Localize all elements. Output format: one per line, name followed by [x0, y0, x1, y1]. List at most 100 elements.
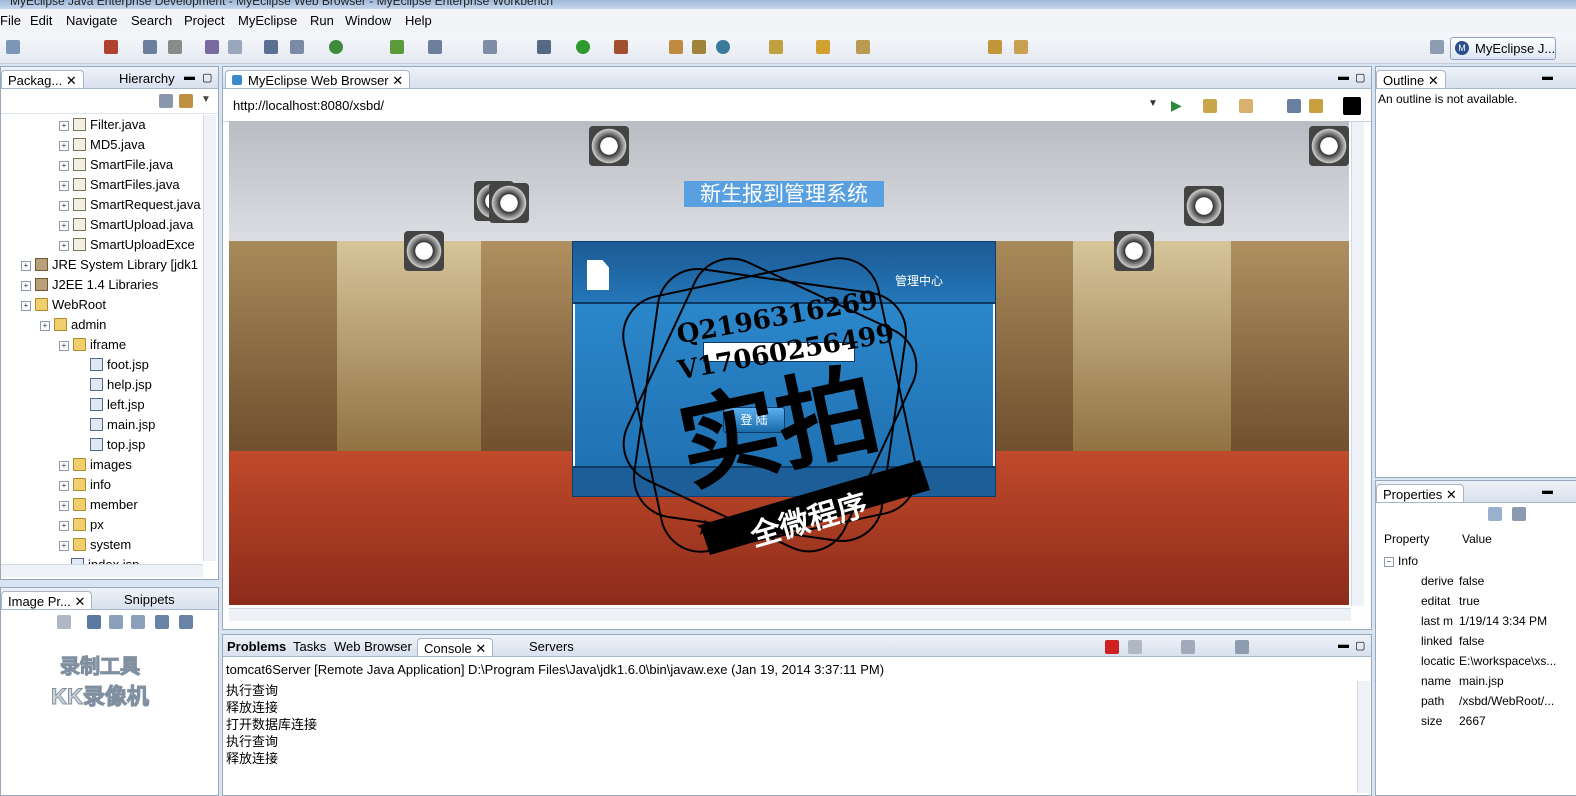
- tree-expander-icon[interactable]: +: [59, 241, 69, 251]
- browser-horizontal-scrollbar[interactable]: [229, 608, 1351, 621]
- close-icon[interactable]: ✕: [475, 641, 486, 656]
- close-icon[interactable]: ✕: [392, 73, 403, 88]
- grid-icon[interactable]: [692, 40, 706, 54]
- browser-vertical-scrollbar[interactable]: [1351, 122, 1364, 606]
- fit-icon[interactable]: [57, 615, 71, 629]
- tree-expander-icon[interactable]: +: [59, 501, 69, 511]
- build-icon[interactable]: [143, 40, 157, 54]
- tree-item[interactable]: + SmartFile.java: [59, 157, 173, 172]
- menu-myeclipse[interactable]: MyEclipse: [238, 13, 297, 28]
- browser-icon[interactable]: [329, 40, 343, 54]
- maximize-icon[interactable]: ▢: [1355, 639, 1365, 652]
- browser-refresh-icon[interactable]: [1287, 99, 1301, 113]
- tab-snippets[interactable]: Snippets: [124, 592, 175, 607]
- tab-properties[interactable]: Properties ✕: [1376, 484, 1464, 502]
- tab-servers[interactable]: Servers: [529, 639, 574, 654]
- advanced-icon[interactable]: [1512, 507, 1526, 521]
- minimize-icon[interactable]: ▬: [1338, 71, 1349, 83]
- tab-web-browser[interactable]: MyEclipse Web Browser ✕: [225, 70, 411, 88]
- tree-item[interactable]: + admin: [40, 317, 106, 332]
- console-scrollbar[interactable]: [1357, 681, 1370, 793]
- menu-navigate[interactable]: Navigate: [66, 13, 117, 28]
- tree-expander-icon[interactable]: +: [59, 201, 69, 211]
- refresh-icon[interactable]: [716, 40, 730, 54]
- browser-stop-icon[interactable]: [1309, 99, 1323, 113]
- zoom-out-icon[interactable]: [109, 615, 123, 629]
- tree-item[interactable]: + iframe: [59, 337, 126, 352]
- actual-size-icon[interactable]: [155, 615, 169, 629]
- fit-window-icon[interactable]: [179, 615, 193, 629]
- tree-item[interactable]: + MD5.java: [59, 137, 145, 152]
- tree-item[interactable]: foot.jsp: [78, 357, 149, 372]
- new-icon[interactable]: [6, 40, 20, 54]
- properties-group-info[interactable]: − Info: [1384, 554, 1418, 568]
- tree-expander-icon[interactable]: +: [59, 161, 69, 171]
- forward-icon[interactable]: [1014, 40, 1028, 54]
- tree-vertical-scrollbar[interactable]: [203, 115, 216, 561]
- menu-file[interactable]: File: [0, 13, 21, 28]
- tree-expander-icon[interactable]: +: [59, 141, 69, 151]
- collapse-all-icon[interactable]: [159, 94, 173, 108]
- save-icon[interactable]: [104, 40, 118, 54]
- tree-item[interactable]: help.jsp: [78, 377, 152, 392]
- tree-item[interactable]: + px: [59, 517, 104, 532]
- tree-item[interactable]: + SmartUpload.java: [59, 217, 193, 232]
- minimize-icon[interactable]: ▬: [184, 71, 195, 83]
- tree-expander-icon[interactable]: [78, 360, 86, 368]
- server-icon[interactable]: [290, 40, 304, 54]
- tree-expander-icon[interactable]: [78, 440, 86, 448]
- tree-item[interactable]: + info: [59, 477, 111, 492]
- link-editor-icon[interactable]: [179, 94, 193, 108]
- minimize-icon[interactable]: ▬: [1542, 71, 1553, 83]
- tree-expander-icon[interactable]: +: [59, 541, 69, 551]
- tree-item[interactable]: + WebRoot: [21, 297, 106, 312]
- close-icon[interactable]: ✕: [75, 594, 86, 609]
- tree-item[interactable]: + SmartFiles.java: [59, 177, 180, 192]
- menu-edit[interactable]: Edit: [30, 13, 52, 28]
- menu-search[interactable]: Search: [131, 13, 172, 28]
- search-icon[interactable]: [769, 40, 783, 54]
- tree-item[interactable]: + SmartRequest.java: [59, 197, 201, 212]
- tree-item[interactable]: + JRE System Library [jdk1: [21, 257, 198, 272]
- task-icon[interactable]: [669, 40, 683, 54]
- tab-problems[interactable]: Problems: [227, 639, 286, 654]
- tab-console[interactable]: Console ✕: [417, 638, 494, 656]
- close-icon[interactable]: ✕: [1446, 487, 1457, 502]
- open-perspective-icon[interactable]: [1430, 40, 1444, 54]
- view-menu-icon[interactable]: ▼: [201, 94, 215, 108]
- tab-image-preview[interactable]: Image Pr... ✕: [1, 591, 93, 609]
- new-package-icon[interactable]: [483, 40, 497, 54]
- tab-package-explorer[interactable]: Packag... ✕: [1, 70, 84, 88]
- tree-expander-icon[interactable]: +: [59, 521, 69, 531]
- tree-expander-icon[interactable]: +: [59, 341, 69, 351]
- close-icon[interactable]: ✕: [1428, 73, 1439, 88]
- new-web-project-icon[interactable]: [390, 40, 404, 54]
- tree-item[interactable]: + J2EE 1.4 Libraries: [21, 277, 158, 292]
- tree-item[interactable]: + images: [59, 457, 132, 472]
- tree-expander-icon[interactable]: [78, 420, 86, 428]
- zoom-in-icon[interactable]: [131, 615, 145, 629]
- annotation-icon[interactable]: [856, 40, 870, 54]
- tree-expander-icon[interactable]: +: [59, 121, 69, 131]
- tree-horizontal-scrollbar[interactable]: [1, 564, 203, 577]
- minimize-icon[interactable]: ▬: [1338, 639, 1349, 651]
- tree-item[interactable]: main.jsp: [78, 417, 155, 432]
- tree-item[interactable]: + system: [59, 537, 131, 552]
- tree-expander-icon[interactable]: +: [59, 181, 69, 191]
- tree-item[interactable]: + Filter.java: [59, 117, 146, 132]
- tree-expander-icon[interactable]: +: [21, 281, 31, 291]
- pin-console-icon[interactable]: [1235, 640, 1249, 654]
- run-icon[interactable]: [576, 40, 590, 54]
- tab-tasks[interactable]: Tasks: [293, 639, 326, 654]
- menu-window[interactable]: Window: [345, 13, 391, 28]
- tree-expander-icon[interactable]: +: [21, 301, 31, 311]
- external-tools-icon[interactable]: [614, 40, 628, 54]
- go-icon[interactable]: ▶: [1171, 97, 1182, 114]
- open-type-icon[interactable]: [205, 40, 219, 54]
- tree-item[interactable]: left.jsp: [78, 397, 145, 412]
- tree-item[interactable]: top.jsp: [78, 437, 145, 452]
- browser-back-icon[interactable]: [1239, 99, 1253, 113]
- debug-icon[interactable]: [537, 40, 551, 54]
- tree-item[interactable]: + SmartUploadExce: [59, 237, 195, 252]
- tree-expander-icon[interactable]: +: [59, 461, 69, 471]
